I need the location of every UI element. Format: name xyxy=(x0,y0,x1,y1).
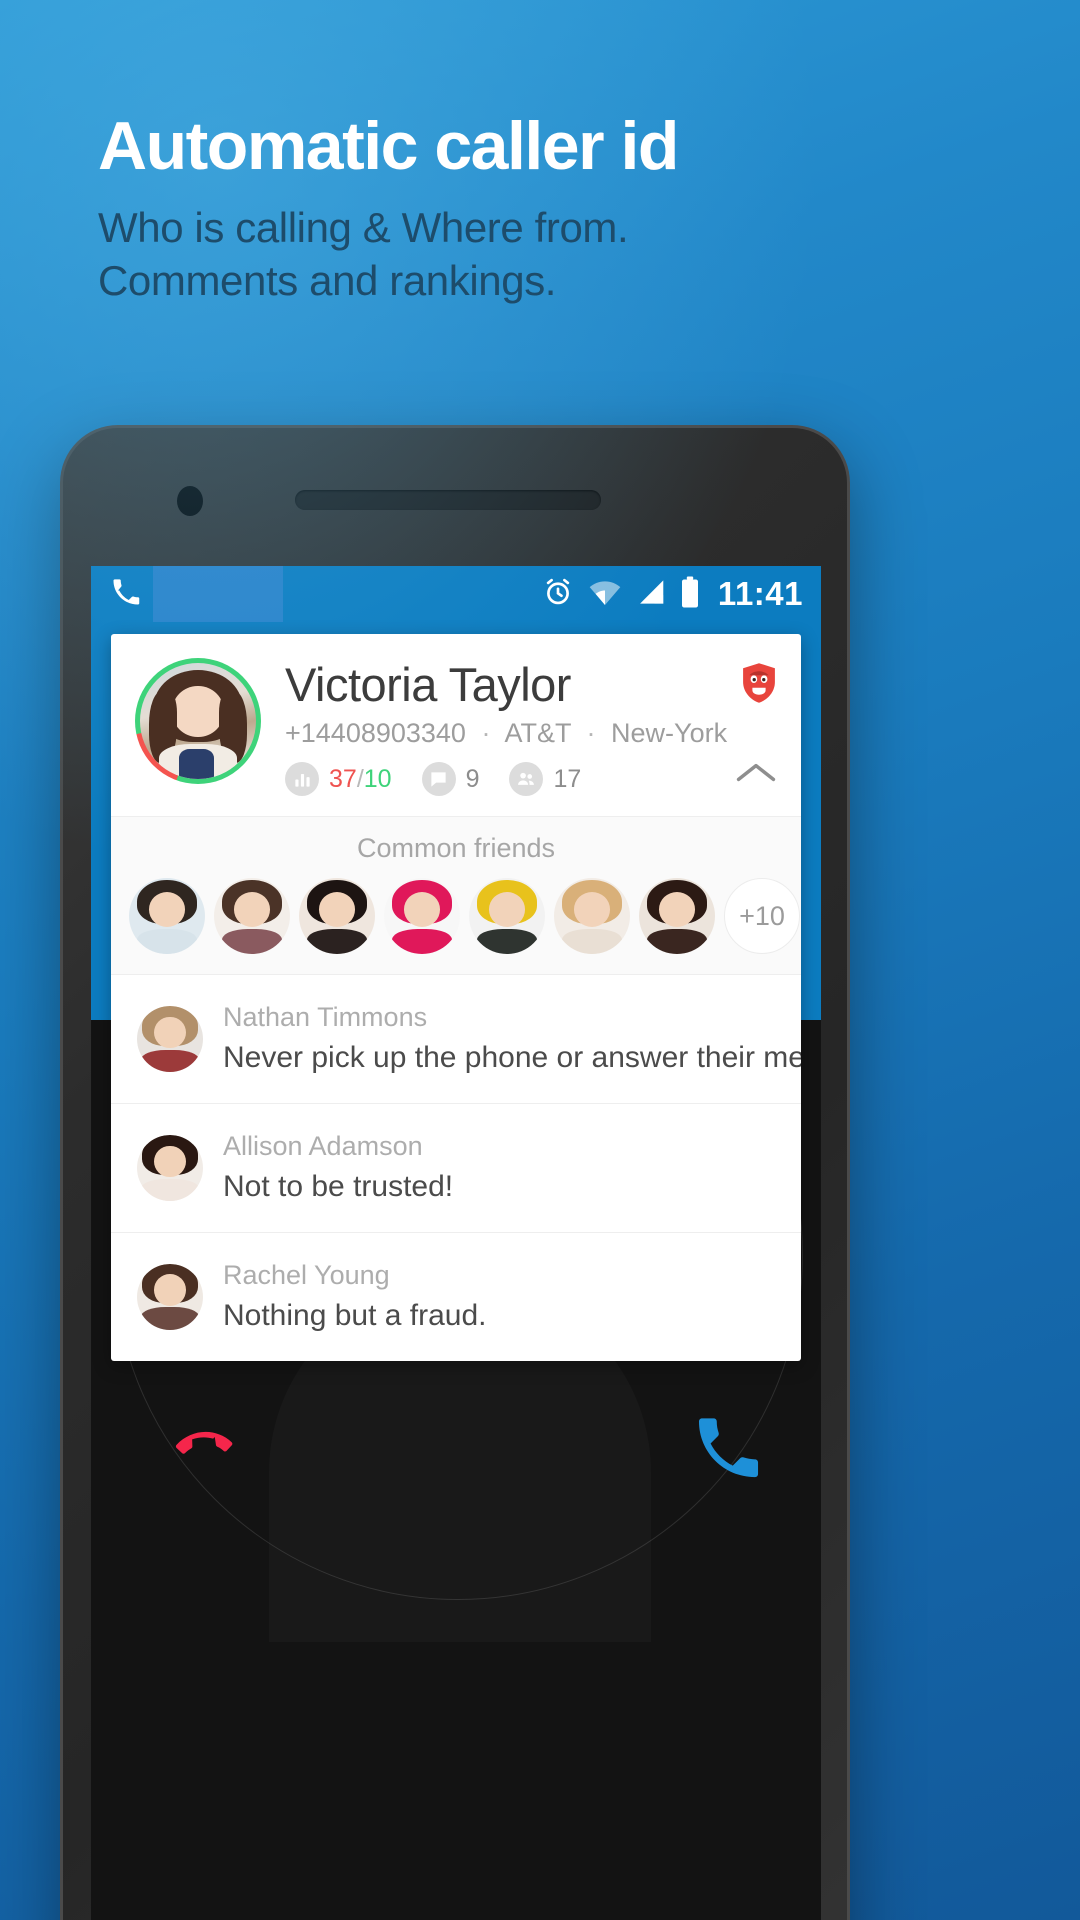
friends-count: 17 xyxy=(553,764,582,793)
rating-bad-count: 37 xyxy=(329,764,357,793)
common-friends-title: Common friends xyxy=(356,833,556,864)
promo-subtitle-line-1: Who is calling & Where from. xyxy=(98,204,629,251)
spam-shield-icon[interactable] xyxy=(741,662,777,704)
phone-screen: 11:41 Victoria Taylor +14408903340 · AT&… xyxy=(91,566,821,1920)
more-friends-badge[interactable]: +10 xyxy=(724,878,800,955)
common-friends-row: +10 xyxy=(111,878,801,955)
caller-location: New-York xyxy=(611,718,728,749)
comment-item[interactable]: Nathan Timmons Never pick up the phone o… xyxy=(111,975,801,1105)
meta-separator-2: · xyxy=(586,718,596,749)
common-friend-avatar[interactable] xyxy=(554,878,630,955)
comment-author-avatar xyxy=(137,1006,203,1073)
alarm-icon xyxy=(542,576,574,613)
people-icon xyxy=(509,762,544,797)
comment-icon xyxy=(421,762,456,797)
avatar-photo xyxy=(140,663,256,779)
caller-phone-number: +14408903340 xyxy=(285,718,466,749)
comments-list: Nathan Timmons Never pick up the phone o… xyxy=(111,975,801,1360)
common-friend-avatar[interactable] xyxy=(639,878,715,955)
promo-subtitle: Who is calling & Where from. Comments an… xyxy=(98,202,678,308)
caller-header: Victoria Taylor +14408903340 · AT&T · Ne… xyxy=(111,634,801,816)
caller-carrier: AT&T xyxy=(504,718,571,749)
comment-item[interactable]: Rachel Young Nothing but a fraud. xyxy=(111,1233,801,1361)
comment-text: Never pick up the phone or answer their … xyxy=(223,1041,801,1075)
signal-icon xyxy=(636,578,666,611)
collapse-card-button[interactable] xyxy=(733,750,779,796)
stat-comments[interactable]: 9 xyxy=(421,762,480,797)
accept-call-button[interactable] xyxy=(679,1406,765,1492)
rating-value: 37/10 xyxy=(329,765,392,794)
meta-separator-1: · xyxy=(481,718,491,749)
common-friend-avatar[interactable] xyxy=(129,878,205,955)
status-bar-right: 11:41 xyxy=(542,575,803,613)
front-camera xyxy=(177,486,203,516)
bars-icon xyxy=(285,762,319,797)
rating-good-count: 10 xyxy=(363,764,392,793)
decline-call-button[interactable] xyxy=(155,1408,241,1494)
stat-rating[interactable]: 37/10 xyxy=(285,762,392,797)
phone-icon xyxy=(111,577,141,612)
caller-name: Victoria Taylor xyxy=(285,658,571,711)
common-friend-avatar[interactable] xyxy=(469,878,545,955)
comment-author-avatar xyxy=(137,1263,203,1330)
comment-body: Nathan Timmons Never pick up the phone o… xyxy=(223,1001,801,1077)
comment-author-name: Allison Adamson xyxy=(223,1131,423,1162)
power-button[interactable] xyxy=(847,758,850,878)
common-friend-avatar[interactable] xyxy=(299,878,375,955)
caller-avatar[interactable] xyxy=(135,658,261,784)
comment-author-name: Nathan Timmons xyxy=(223,1002,428,1033)
common-friend-avatar[interactable] xyxy=(384,878,460,955)
comment-item[interactable]: Allison Adamson Not to be trusted! xyxy=(111,1104,801,1233)
status-bar-left xyxy=(111,577,141,612)
caller-meta: +14408903340 · AT&T · New-York xyxy=(285,718,779,749)
avatar-rating-ring xyxy=(135,658,261,784)
phone-device: 11:41 Victoria Taylor +14408903340 · AT&… xyxy=(60,425,850,1920)
accept-call-icon xyxy=(698,1418,759,1478)
chevron-up-icon xyxy=(736,764,776,782)
promo-subtitle-line-2: Comments and rankings. xyxy=(98,256,557,304)
promo-title: Automatic caller id xyxy=(98,108,679,184)
earpiece-speaker xyxy=(295,490,601,510)
status-bar-highlight xyxy=(153,566,283,622)
common-friends-section: Common friends +10 xyxy=(111,816,801,976)
stat-friends[interactable]: 17 xyxy=(509,762,582,797)
status-bar-clock: 11:41 xyxy=(717,575,803,612)
comment-body: Allison Adamson Not to be trusted! xyxy=(223,1130,777,1206)
promo-copy: Automatic caller id Who is calling & Whe… xyxy=(98,108,679,308)
rating-separator: / xyxy=(356,764,364,793)
comment-text: Nothing but a fraud. xyxy=(223,1298,487,1332)
caller-id-card: Victoria Taylor +14408903340 · AT&T · Ne… xyxy=(111,634,801,1361)
battery-icon xyxy=(680,576,700,613)
caller-stats: 37/10 9 17 xyxy=(285,762,779,797)
wifi-icon xyxy=(588,577,622,612)
comment-body: Rachel Young Nothing but a fraud. xyxy=(223,1259,777,1335)
promo-stage: Automatic caller id Who is calling & Whe… xyxy=(0,0,1080,1920)
comment-author-name: Rachel Young xyxy=(223,1259,390,1290)
status-bar: 11:41 xyxy=(91,566,821,622)
comments-count: 9 xyxy=(465,764,480,793)
caller-info: Victoria Taylor +14408903340 · AT&T · Ne… xyxy=(285,658,779,797)
comment-author-avatar xyxy=(137,1134,203,1201)
comment-text: Not to be trusted! xyxy=(223,1169,454,1203)
decline-call-icon xyxy=(175,1431,233,1454)
common-friend-avatar[interactable] xyxy=(214,878,290,955)
